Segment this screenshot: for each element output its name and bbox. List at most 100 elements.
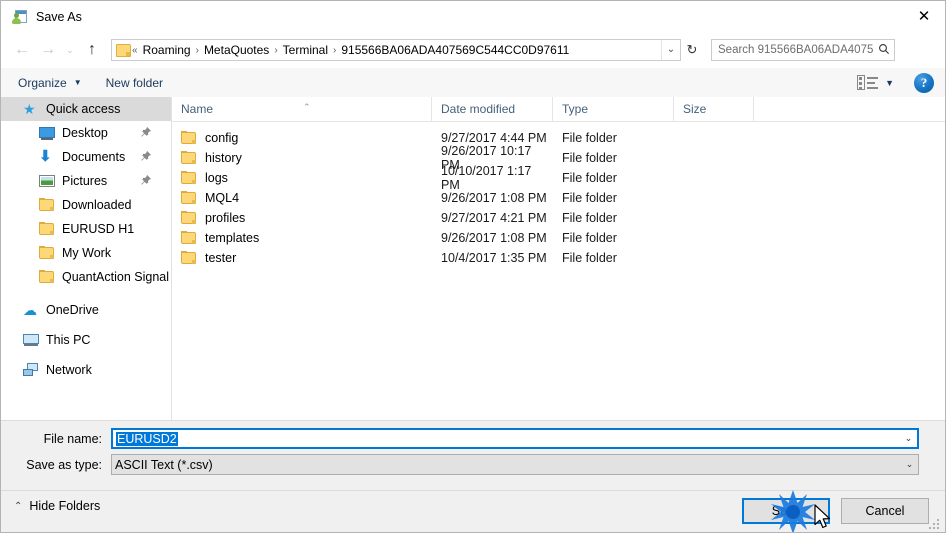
chevron-down-icon[interactable]: ▼ [885, 78, 894, 88]
organize-button[interactable]: Organize ▼ [11, 73, 89, 93]
sidebar-item-label: EURUSD H1 [62, 222, 135, 236]
pin-icon[interactable] [141, 150, 152, 164]
save-as-icon [12, 9, 28, 25]
chevron-down-icon[interactable]: ⌄ [661, 40, 680, 60]
file-name-value: EURUSD2 [116, 431, 178, 446]
column-label: Date modified [441, 102, 516, 116]
pin-icon[interactable] [141, 174, 152, 188]
chevron-down-icon: ▼ [73, 78, 82, 87]
file-name: templates [205, 231, 260, 245]
new-folder-label: New folder [105, 75, 163, 90]
table-row[interactable]: history 9/26/2017 10:17 PM File folder [172, 144, 945, 172]
file-name: MQL4 [205, 191, 240, 205]
column-header-type[interactable]: Type [553, 97, 674, 121]
folder-icon [181, 210, 197, 226]
file-type: File folder [562, 131, 617, 145]
folder-icon [181, 190, 197, 206]
folder-icon [181, 130, 197, 146]
chevron-down-icon[interactable]: ⌄ [900, 433, 917, 444]
column-header-size[interactable]: Size [674, 97, 754, 121]
file-date: 9/26/2017 1:08 PM [441, 191, 547, 205]
organize-label: Organize [18, 75, 67, 90]
save-button[interactable]: Save [742, 498, 830, 524]
sidebar-item-label: Downloaded [62, 198, 132, 212]
file-type: File folder [562, 151, 617, 165]
hide-folders-button[interactable]: ⌃ Hide Folders [14, 499, 100, 513]
breadcrumb-item-terminal[interactable]: Terminal [279, 40, 332, 60]
save-as-type-value: ASCII Text (*.csv) [115, 457, 213, 472]
table-row[interactable]: MQL4 9/26/2017 1:08 PM File folder [172, 188, 945, 208]
table-row[interactable]: logs 10/10/2017 1:17 PM File folder [172, 164, 945, 192]
table-row[interactable]: config 9/27/2017 4:44 PM File folder [172, 128, 945, 148]
breadcrumb-item-metaquotes[interactable]: MetaQuotes [200, 40, 273, 60]
address-bar[interactable]: « Roaming › MetaQuotes › Terminal › 9155… [111, 39, 681, 61]
sidebar-item-eurusd-h1[interactable]: EURUSD H1 [1, 217, 171, 241]
sidebar-item-desktop[interactable]: Desktop [1, 121, 171, 145]
sidebar-item-pictures[interactable]: Pictures [1, 169, 171, 193]
folder-icon [181, 230, 197, 246]
breadcrumb: « Roaming › MetaQuotes › Terminal › 9155… [131, 40, 661, 60]
folder-icon [116, 43, 131, 57]
sidebar-item-quick-access[interactable]: ★ Quick access [1, 97, 171, 121]
sidebar-item-documents[interactable]: ⬇ Documents [1, 145, 171, 169]
search-input[interactable]: Search 915566BA06ADA40756... [711, 39, 895, 61]
sidebar-item-quantaction-signal[interactable]: QuantAction Signal [1, 265, 171, 289]
breadcrumb-item-roaming[interactable]: Roaming [139, 40, 195, 60]
sidebar-item-downloaded[interactable]: Downloaded [1, 193, 171, 217]
file-date: 9/26/2017 1:08 PM [441, 231, 547, 245]
column-header-date-modified[interactable]: Date modified [432, 97, 553, 121]
navigation-sidebar: ★ Quick access Desktop ⬇ Documents Pictu… [1, 97, 171, 420]
view-layout-icon[interactable] [857, 74, 879, 92]
sidebar-item-label: Documents [62, 150, 126, 164]
sidebar-item-label: Desktop [62, 126, 108, 140]
chevron-down-icon[interactable]: ⌄ [901, 459, 918, 470]
breadcrumb-item-instance-id[interactable]: 915566BA06ADA407569C544CC0D97611 [337, 40, 573, 60]
column-header-row: Name ⌃ Date modified Type Size [172, 97, 945, 122]
folder-icon [181, 170, 197, 186]
sidebar-item-this-pc[interactable]: This PC [1, 328, 171, 352]
breadcrumb-overflow-icon[interactable]: « [131, 45, 139, 56]
cancel-button[interactable]: Cancel [841, 498, 929, 524]
network-icon [23, 362, 39, 378]
save-as-type-select[interactable]: ASCII Text (*.csv) ⌄ [111, 454, 919, 475]
sort-ascending-icon: ⌃ [303, 102, 311, 112]
forward-icon[interactable]: → [35, 37, 61, 63]
command-toolbar: Organize ▼ New folder ▼ ? [1, 68, 945, 98]
file-name: tester [205, 251, 237, 265]
file-name-input[interactable]: EURUSD2 ⌄ [111, 428, 919, 449]
table-row[interactable]: tester 10/4/2017 1:35 PM File folder [172, 248, 945, 268]
title-bar: Save As ✕ [1, 1, 945, 32]
new-folder-button[interactable]: New folder [99, 73, 170, 93]
search-icon [874, 43, 894, 58]
sidebar-item-network[interactable]: Network [1, 358, 171, 382]
sidebar-item-label: Pictures [62, 174, 108, 188]
chevron-up-icon: ⌃ [14, 500, 23, 512]
file-name-label: File name: [43, 431, 102, 446]
sidebar-item-onedrive[interactable]: ☁ OneDrive [1, 298, 171, 322]
file-type: File folder [562, 211, 617, 225]
column-label: Type [562, 102, 589, 116]
folder-icon [39, 245, 55, 261]
recent-locations-icon[interactable]: ⌄ [61, 37, 79, 63]
table-row[interactable]: profiles 9/27/2017 4:21 PM File folder [172, 208, 945, 228]
resize-grip[interactable] [929, 519, 941, 531]
file-date: 10/10/2017 1:17 PM [441, 164, 532, 192]
desktop-icon [39, 125, 55, 141]
refresh-icon[interactable]: ↻ [681, 39, 703, 61]
table-row[interactable]: templates 9/26/2017 1:08 PM File folder [172, 228, 945, 248]
file-name-value-wrap: EURUSD2 [113, 431, 900, 446]
file-type: File folder [562, 231, 617, 245]
close-icon[interactable]: ✕ [901, 1, 945, 31]
pc-icon [23, 332, 39, 348]
sidebar-item-label: Quick access [46, 102, 121, 116]
pin-icon[interactable] [141, 126, 152, 140]
save-as-dialog: Save As ✕ ← → ⌄ ↑ « Roaming › MetaQuotes… [0, 0, 946, 533]
up-icon[interactable]: ↑ [79, 37, 105, 63]
help-icon[interactable]: ? [914, 72, 934, 93]
cloud-icon: ☁ [23, 302, 37, 318]
sidebar-item-my-work[interactable]: My Work [1, 241, 171, 265]
file-rows-container: config 9/27/2017 4:44 PM File folder his… [172, 122, 945, 268]
back-icon[interactable]: ← [9, 37, 35, 63]
folder-icon [181, 150, 197, 166]
column-header-name[interactable]: Name ⌃ [172, 97, 432, 121]
